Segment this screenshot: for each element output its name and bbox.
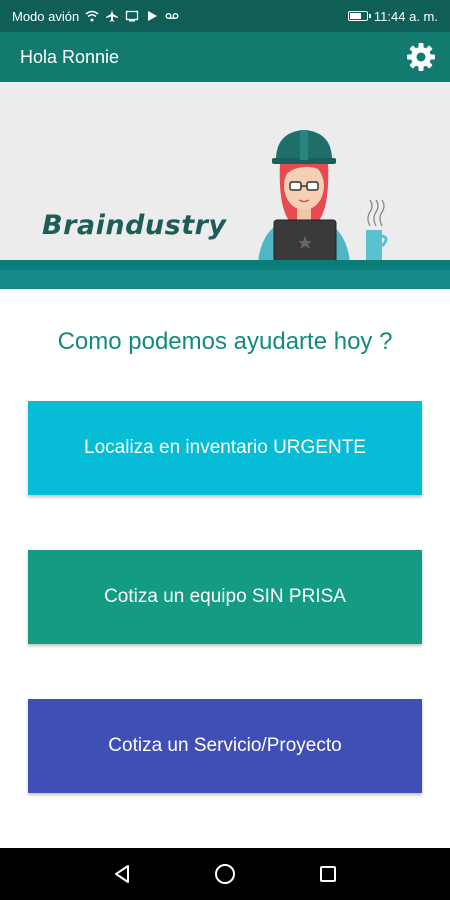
airplane-icon <box>105 9 119 23</box>
battery-level <box>349 13 361 19</box>
home-button[interactable] <box>205 854 245 894</box>
back-button[interactable] <box>102 854 142 894</box>
play-icon <box>145 9 159 23</box>
gear-icon <box>407 43 435 71</box>
brand-logo-text: Braindustry <box>42 210 227 241</box>
back-icon <box>114 865 129 883</box>
cast-icon <box>125 9 139 23</box>
quote-service-button[interactable]: Cotiza un Servicio/Proyecto <box>28 699 422 793</box>
recents-icon <box>320 866 337 882</box>
header-banner: Braindustry <box>0 82 450 289</box>
help-question: Como podemos ayudarte hoy ? <box>57 328 393 355</box>
settings-button[interactable] <box>404 40 438 74</box>
status-mode-text: Modo avión <box>12 8 80 24</box>
greeting-title: Hola Ronnie <box>20 46 120 67</box>
locate-inventory-button[interactable]: Localiza en inventario URGENTE <box>28 401 422 495</box>
quote-equipment-button[interactable]: Cotiza un equipo SIN PRISA <box>28 550 422 644</box>
battery-icon <box>347 11 371 21</box>
engineer-illustration <box>258 130 388 262</box>
status-time: 11:44 a. m. <box>373 8 438 24</box>
banner-stripe <box>0 260 450 270</box>
recents-button[interactable] <box>308 854 348 894</box>
app-bar: Hola Ronnie <box>0 32 450 82</box>
system-nav-bar <box>0 848 450 900</box>
banner-stripe-bottom <box>0 270 450 289</box>
wifi-icon <box>85 9 99 23</box>
status-right: 11:44 a. m. <box>347 8 438 24</box>
status-left: Modo avión <box>12 9 179 24</box>
home-icon <box>214 864 235 884</box>
status-bar: Modo avión 11:44 a. m. <box>0 0 450 32</box>
voicemail-icon <box>165 9 179 23</box>
